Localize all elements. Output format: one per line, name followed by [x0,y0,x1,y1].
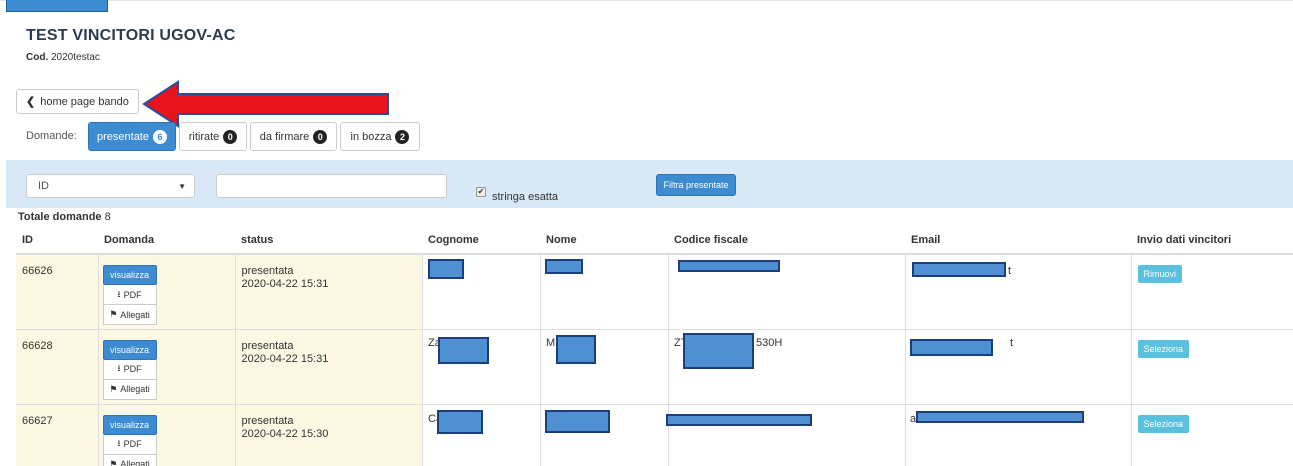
nome-fragment: M [546,337,556,349]
redaction-box [437,410,483,434]
visualizza-button[interactable]: visualizza [102,265,157,285]
attachment-icon: ⚑ [109,458,118,466]
red-arrow-annotation [142,80,389,128]
visualizza-button[interactable]: visualizza [102,414,157,435]
filter-field-select[interactable]: ID ▼ [26,174,195,198]
allegati-button[interactable]: ⚑ Allegati [102,379,157,400]
cell-domanda: visualizza ⭳ PDF ⚑ Allegati [97,328,235,404]
col-status: status [235,227,422,255]
domande-label: Domande: [26,130,77,142]
count-badge: 0 [313,129,328,144]
count-badge: 0 [223,129,238,144]
cell-status: presentata 2020-04-22 15:30 [234,403,422,466]
redaction-box [428,259,464,279]
attachment-icon: ⚑ [109,383,118,394]
allegati-button[interactable]: ⚑ Allegati [102,305,157,325]
cell-status: presentata 2020-04-22 15:31 [234,328,422,404]
redaction-box [916,411,1084,423]
redaction-box [438,337,489,364]
home-page-bando-button[interactable]: ❮ home page bando [16,89,139,114]
cell-id: 66627 [16,403,98,466]
cf-suffix: 530H [756,337,783,349]
table-row: 66627 visualizza ⭳ PDF ⚑ Allegati presenta… [16,403,1293,466]
domande-table: ID Domanda status Cognome Nome Codice fi… [16,227,1293,466]
cell-invio: Seleziona [1130,328,1293,404]
redaction-box [545,410,610,433]
redaction-box [910,339,993,356]
col-codice-fiscale: Codice fiscale [668,227,905,255]
redaction-box [666,414,812,426]
seleziona-button[interactable]: Seleziona [1137,414,1190,433]
page-code: Cod. 2020testac [26,52,100,63]
table-header-row: ID Domanda status Cognome Nome Codice fi… [16,227,1293,255]
col-nome: Nome [540,227,668,255]
redaction-box [545,259,583,274]
top-nav-tab[interactable] [6,0,108,12]
cell-invio: Seleziona [1130,403,1293,466]
totale-domande: Totale domande 8 [18,211,111,223]
caret-down-icon: ▼ [178,182,186,191]
pdf-button[interactable]: ⭳ PDF [102,359,157,380]
col-email: Email [905,227,1131,255]
col-cognome: Cognome [422,227,540,255]
pdf-button[interactable]: ⭳ PDF [102,434,157,455]
tab-in-bozza[interactable]: in bozza 2 [340,122,420,151]
allegati-button[interactable]: ⚑ Allegati [102,454,157,466]
cell-invio: Rimuovi [1130,253,1293,329]
table-row: 66626 visualizza ⭳ PDF ⚑ Allegati presenta… [16,253,1293,329]
col-invio-dati: Invio dati vincitori [1131,227,1293,255]
page-title: TEST VINCITORI UGOV-AC [26,27,236,44]
filter-search-input[interactable] [216,174,447,198]
email-fragment: t [1008,265,1012,277]
cell-domanda: visualizza ⭳ PDF ⚑ Allegati [97,253,235,329]
tab-presentate[interactable]: presentate 6 [88,122,176,151]
count-badge: 2 [395,129,410,144]
filtra-presentate-button[interactable]: Filtra presentate [656,174,736,196]
cell-id: 66626 [16,253,98,329]
tab-ritirate[interactable]: ritirate 0 [179,122,247,151]
count-badge: 6 [152,129,167,144]
rimuovi-button[interactable]: Rimuovi [1137,265,1183,283]
redaction-box [556,335,596,364]
cell-domanda: visualizza ⭳ PDF ⚑ Allegati [97,403,235,466]
email-fragment: t [1010,337,1014,349]
chevron-left-icon: ❮ [26,96,36,108]
pdf-button[interactable]: ⭳ PDF [102,285,157,305]
redaction-box [683,333,754,369]
download-icon: ⭳ [117,363,121,373]
download-icon: ⭳ [117,288,121,299]
col-domanda: Domanda [98,227,235,255]
redaction-box [678,260,780,272]
cell-status: presentata 2020-04-22 15:31 [234,253,422,329]
top-divider [0,0,1293,1]
seleziona-button[interactable]: Seleziona [1137,339,1190,358]
attachment-icon: ⚑ [109,309,118,319]
cell-id: 66628 [16,328,98,404]
exact-string-option[interactable]: ✔ stringa esatta [476,181,558,203]
visualizza-button[interactable]: visualizza [102,339,157,360]
download-icon: ⭳ [117,438,121,448]
exact-string-checkbox[interactable]: ✔ [476,187,486,197]
table-row: 66628 visualizza ⭳ PDF ⚑ Allegati presenta… [16,328,1293,404]
tab-da-firmare[interactable]: da firmare 0 [250,122,337,151]
filter-bar [6,160,1293,208]
redaction-box [912,262,1006,277]
col-id: ID [16,227,98,255]
